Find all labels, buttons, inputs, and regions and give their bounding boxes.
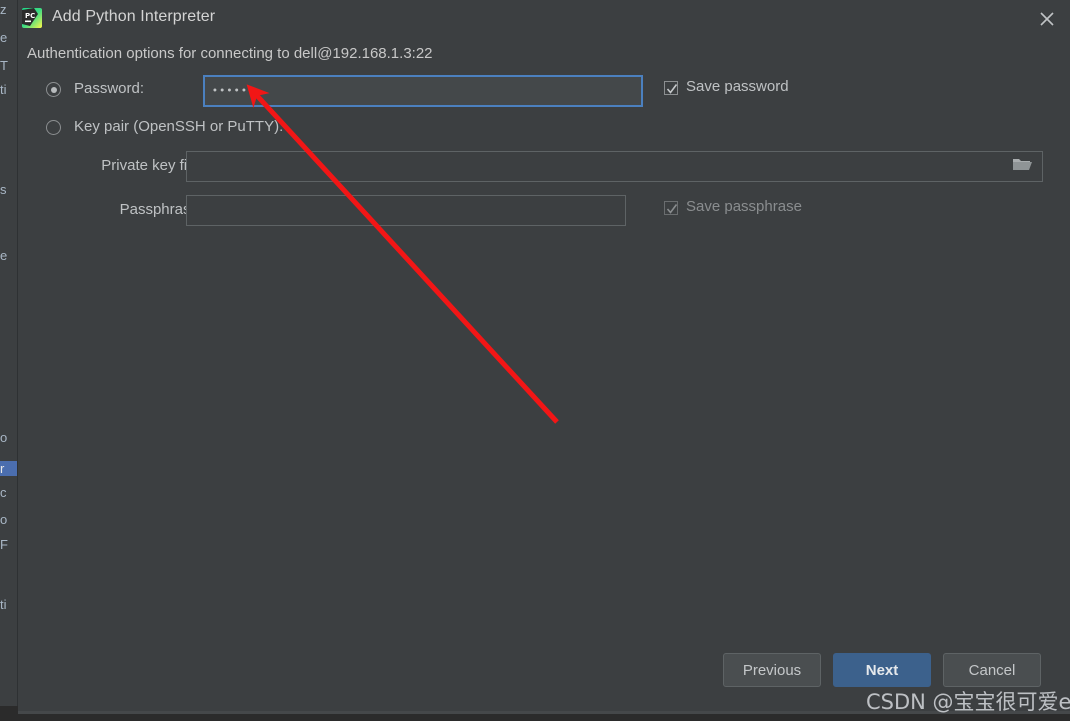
close-icon[interactable] (1030, 3, 1064, 35)
cancel-button[interactable]: Cancel (943, 653, 1041, 687)
save-password-label: Save password (686, 78, 789, 95)
private-key-file-label: Private key file: (101, 157, 203, 174)
checkbox-save-password[interactable] (664, 81, 678, 95)
passphrase-input[interactable] (186, 195, 626, 226)
next-button[interactable]: Next (833, 653, 931, 687)
password-input[interactable]: •••••• (203, 75, 643, 107)
dialog-titlebar: PC Add Python Interpreter (18, 0, 1070, 37)
radio-keypair[interactable] (46, 120, 61, 135)
private-key-file-input[interactable] (186, 151, 1043, 182)
add-python-interpreter-dialog: PC Add Python Interpreter Authentication… (18, 0, 1070, 711)
dialog-subtitle: Authentication options for connecting to… (27, 45, 433, 62)
password-label: Password: (74, 80, 145, 97)
desktop-backdrop-bottom-left (0, 706, 18, 721)
save-passphrase-row[interactable]: Save passphrase (664, 196, 884, 222)
folder-icon[interactable] (1011, 155, 1039, 177)
pycharm-icon: PC (20, 6, 44, 30)
keypair-option-row[interactable]: Key pair (OpenSSH or PuTTY): (27, 113, 627, 143)
previous-button[interactable]: Previous (723, 653, 821, 687)
passphrase-label: Passphrase: (119, 201, 203, 218)
keypair-label: Key pair (OpenSSH or PuTTY): (74, 118, 284, 135)
radio-password[interactable] (46, 82, 61, 97)
desktop-backdrop-bottom (0, 714, 1070, 721)
password-masked-value: •••••• (213, 84, 257, 97)
save-passphrase-label: Save passphrase (686, 198, 802, 215)
checkbox-save-passphrase[interactable] (664, 201, 678, 215)
dialog-title: Add Python Interpreter (52, 8, 216, 25)
save-password-row[interactable]: Save password (664, 76, 884, 102)
svg-text:PC: PC (25, 12, 35, 20)
